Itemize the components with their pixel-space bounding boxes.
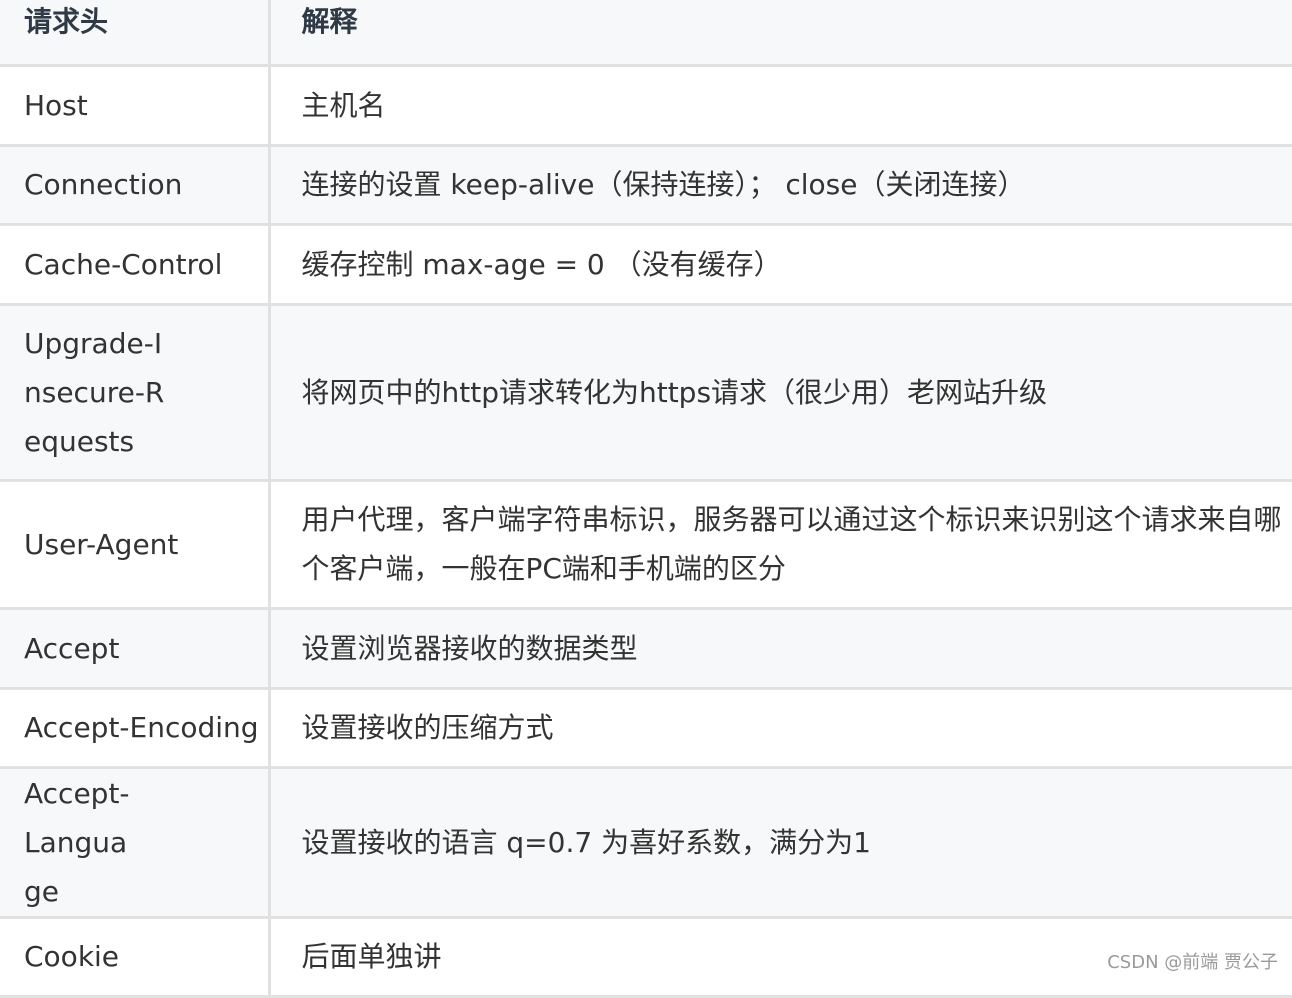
table-row: Connection 连接的设置 keep-alive（保持连接）； close… [0,145,1292,224]
header-name-cell: User-Agent [24,527,179,561]
header-name-cell: Cookie [24,940,120,973]
table-row: Cookie 后面单独讲 [0,917,1292,996]
header-description-cell: 连接的设置 keep-alive（保持连接）； close（关闭连接） [267,145,1292,224]
header-name-cell: Host [24,88,88,122]
table-row: Host 主机名 [0,65,1292,145]
header-name-cell: Upgrade-Insecure-Requests [24,326,165,458]
table-row: Accept-Language 设置接收的语言 q=0.7 为喜好系数，满分为1 [0,767,1292,917]
header-description-cell: 主机名 [267,65,1292,145]
header-description-cell: 缓存控制 max-age = 0 （没有缓存） [267,224,1292,304]
header-name-cell: Accept-Language [24,776,130,908]
table-row: Upgrade-Insecure-Requests 将网页中的http请求转化为… [0,304,1292,480]
table-row: Accept-Encoding 设置接收的压缩方式 [0,688,1292,767]
table-header-row: 请求头 解释 [0,0,1292,65]
header-description-cell: 用户代理，客户端字符串标识，服务器可以通过这个标识来识别这个请求来自哪个客户端，… [267,480,1292,608]
header-description-cell: 设置接收的压缩方式 [267,688,1292,767]
header-description-cell: 设置浏览器接收的数据类型 [267,608,1292,688]
header-description-cell: 设置接收的语言 q=0.7 为喜好系数，满分为1 [267,767,1292,917]
header-description-cell: 将网页中的http请求转化为https请求（很少用）老网站升级 [267,304,1292,480]
request-headers-table: 请求头 解释 Host 主机名 Connection 连接的设置 keep-al… [0,0,1292,998]
header-name-cell: Accept [24,631,120,665]
header-cell-description: 解释 [267,0,1292,65]
table-row: Accept 设置浏览器接收的数据类型 [0,608,1292,688]
header-name-cell: Connection [24,168,183,201]
watermark: CSDN @前端 贾公子 [1107,952,1278,973]
header-name-cell: Accept-Encoding [24,711,259,744]
header-name-cell: Cache-Control [24,247,223,281]
table-row: Cache-Control 缓存控制 max-age = 0 （没有缓存） [0,224,1292,304]
table-row: User-Agent 用户代理，客户端字符串标识，服务器可以通过这个标识来识别这… [0,480,1292,608]
header-cell-name: 请求头 [24,5,109,38]
